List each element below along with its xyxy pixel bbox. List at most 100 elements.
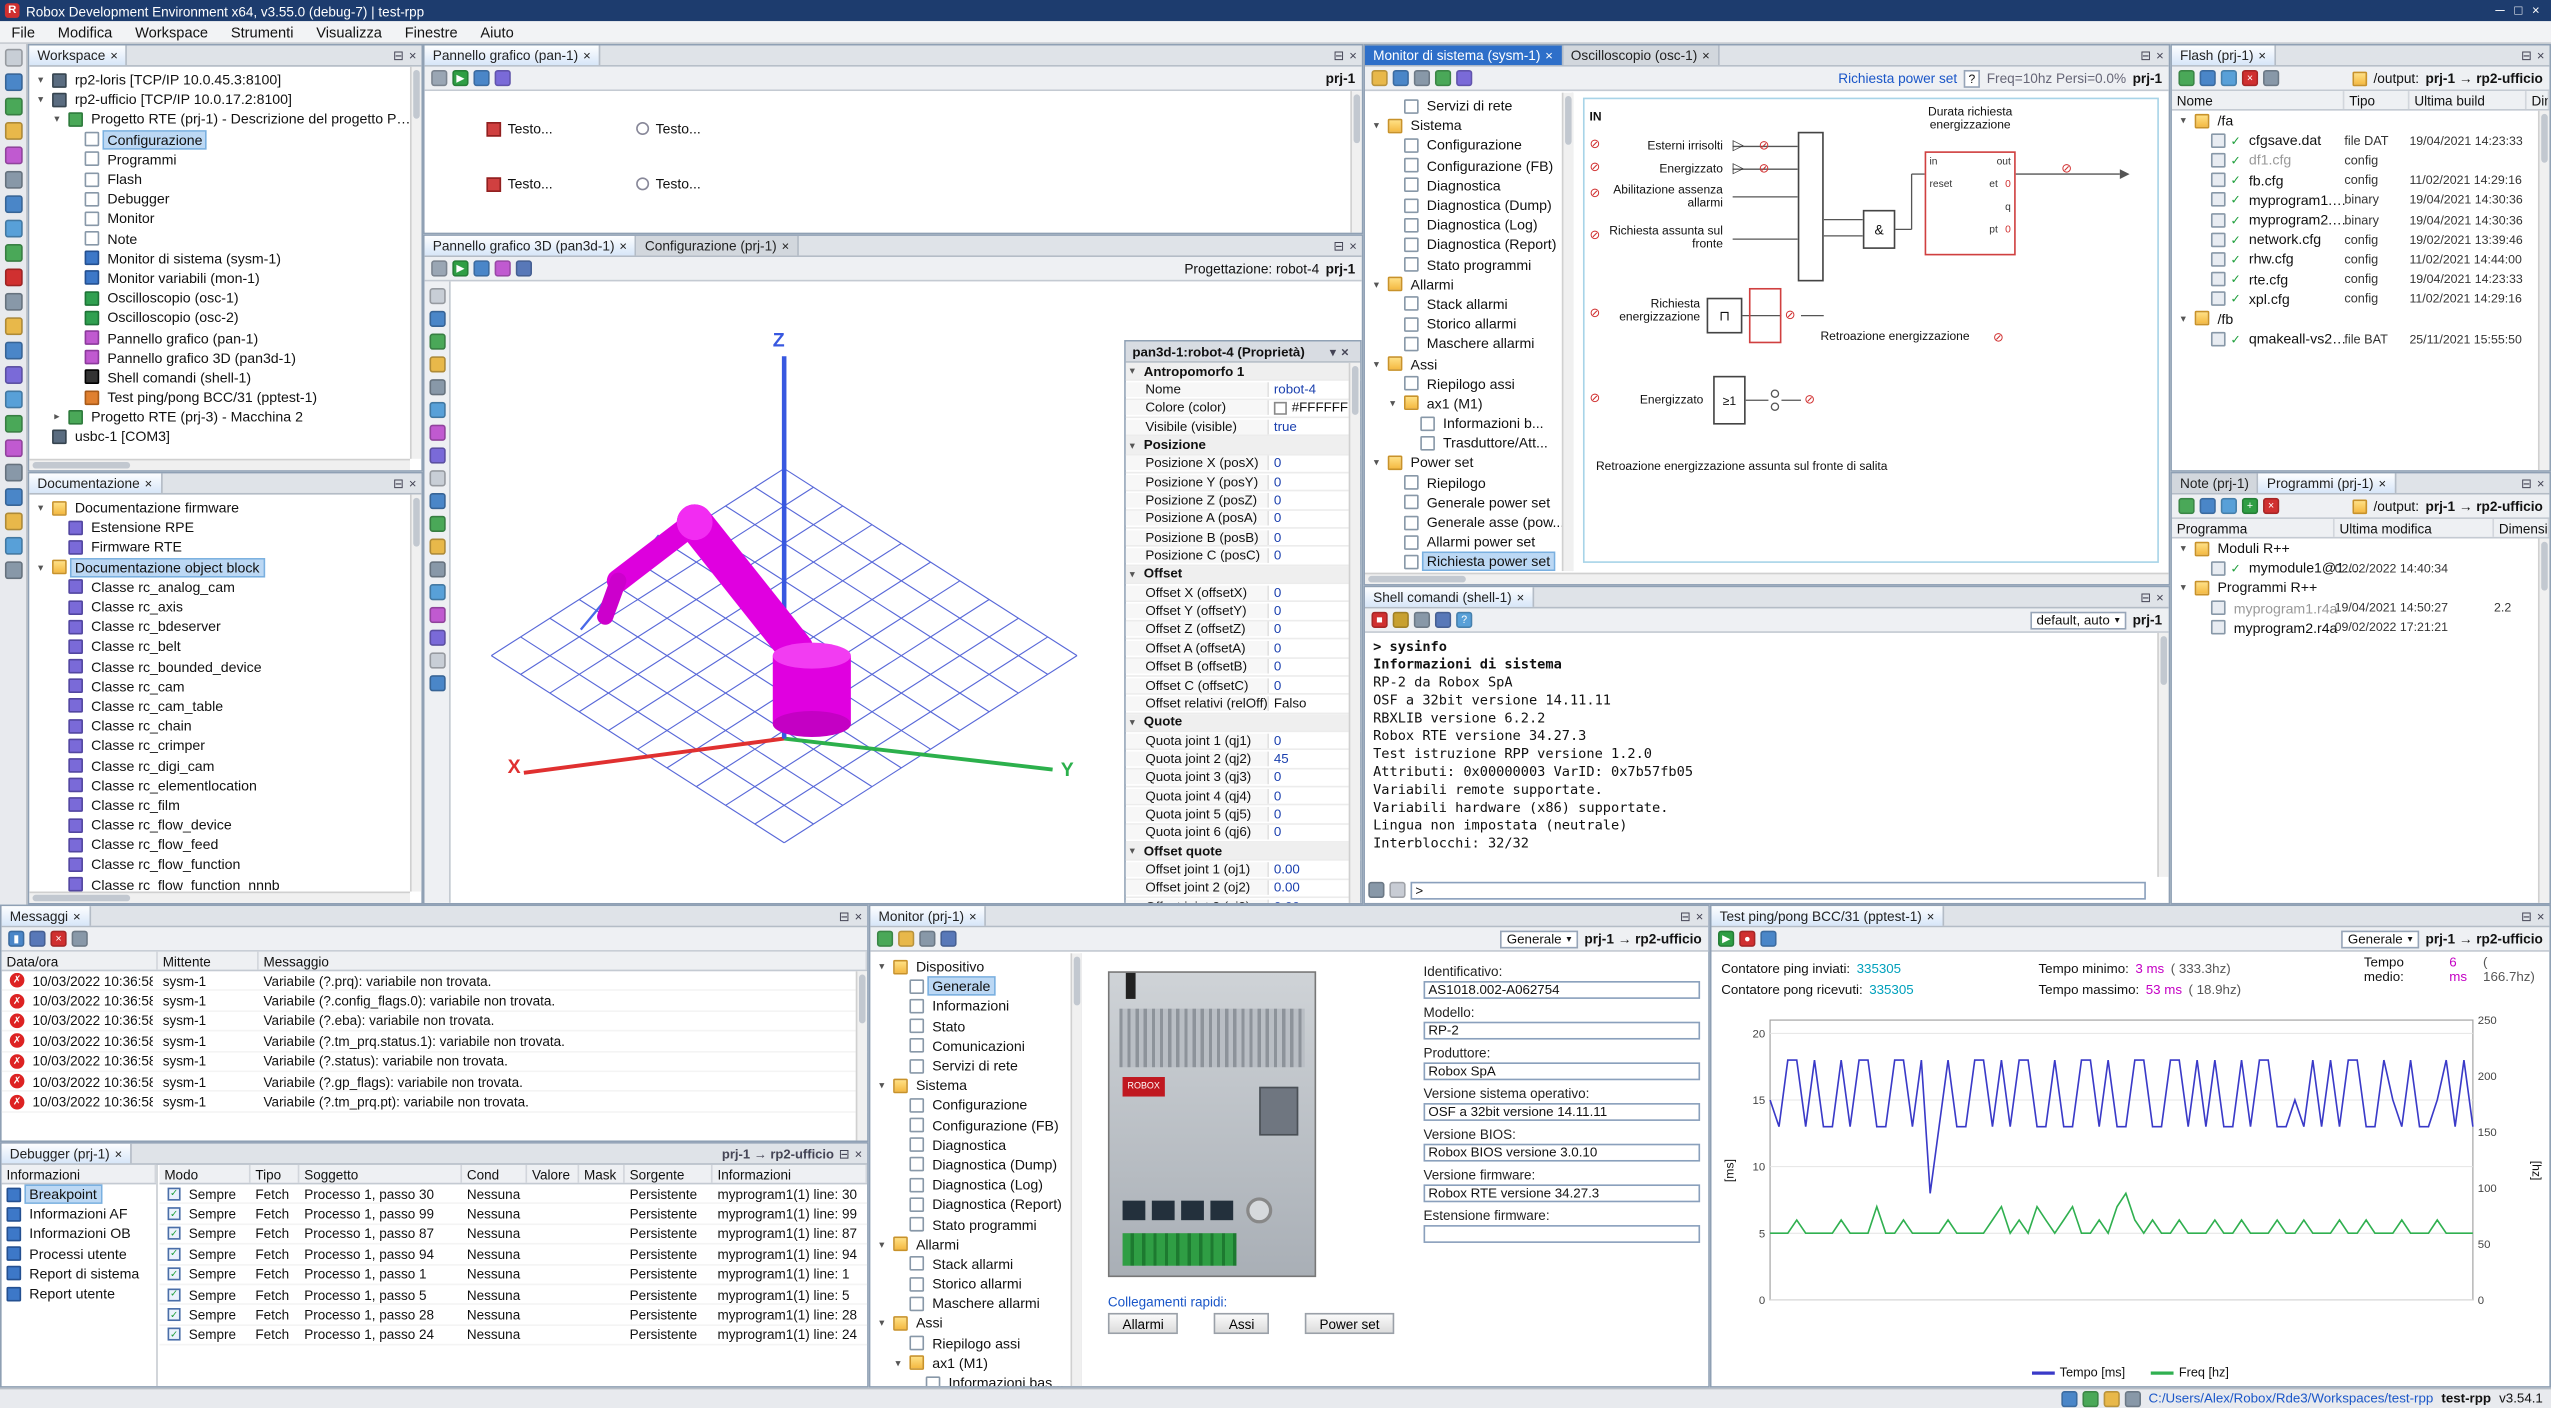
flash-file-row[interactable]: ✓rte.cfgconfig19/04/2021 14:23:33	[2172, 269, 2549, 289]
side-tool-icon[interactable]	[4, 220, 22, 238]
device-monitor-tree-item[interactable]: Configurazione (FB)	[870, 1115, 1080, 1135]
workspace-tree-item[interactable]: ▾rp2-loris [TCP/IP 10.0.45.3:8100]	[29, 70, 421, 90]
maximize-button[interactable]: □	[2514, 3, 2522, 18]
device-monitor-tree-item[interactable]: ▾Dispositivo	[870, 957, 1080, 977]
close-icon[interactable]: ×	[2156, 48, 2164, 63]
layers-icon[interactable]	[495, 70, 511, 86]
property-row[interactable]: Offset Z (offsetZ)0	[1126, 621, 1360, 639]
system-monitor-tree-item[interactable]: Stato programmi	[1365, 255, 1572, 275]
close-icon[interactable]: ×	[2156, 590, 2164, 605]
flash-file-row[interactable]: ✓cfgsave.datfile DAT19/04/2021 14:23:33	[2172, 130, 2549, 150]
workspace-path[interactable]: C:/Users/Alex/Robox/Rde3/Workspaces/test…	[2148, 1391, 2433, 1406]
device-monitor-tree-item[interactable]: Informazioni	[870, 996, 1080, 1016]
documentation-tree-item[interactable]: ▾Documentazione firmware	[29, 498, 421, 518]
property-value[interactable]: robot-4	[1269, 382, 1360, 397]
expander-icon[interactable]: ▾	[2177, 114, 2190, 127]
font-icon[interactable]	[1435, 612, 1451, 628]
side-tool-icon[interactable]	[4, 268, 22, 286]
close-icon[interactable]: ×	[1927, 909, 1935, 924]
tab-pingpong[interactable]: Test ping/pong BCC/31 (pptest-1)×	[1711, 906, 1944, 926]
column-header[interactable]: Soggetto	[299, 1165, 462, 1183]
debugger-list-item[interactable]: Breakpoint	[2, 1184, 157, 1204]
device-monitor-tree-item[interactable]: Configurazione	[870, 1095, 1080, 1115]
expander-icon[interactable]: ▾	[34, 93, 47, 106]
property-row[interactable]: Offset relativi (relOff)Falso	[1126, 695, 1360, 713]
edit-icon[interactable]	[473, 70, 489, 86]
property-row[interactable]: Offset joint 1 (oj1)0.00	[1126, 861, 1360, 879]
close-icon[interactable]: ×	[583, 48, 591, 63]
pin-icon[interactable]: ⊟	[839, 909, 850, 924]
menu-modifica[interactable]: Modifica	[46, 21, 123, 42]
property-group[interactable]: ▾Antropomorfo 1	[1126, 363, 1360, 381]
settings-icon[interactable]	[429, 675, 445, 691]
system-monitor-tree-item[interactable]: Diagnostica (Dump)	[1365, 195, 1572, 215]
tab-oscilloscope[interactable]: Oscilloscopio (osc-1)×	[1563, 46, 1720, 66]
close-icon[interactable]: ×	[2537, 476, 2545, 491]
documentation-tree-item[interactable]: Classe rc_flow_feed	[29, 835, 421, 855]
column-header[interactable]: Tipo	[2344, 91, 2409, 109]
property-row[interactable]: Offset joint 2 (oj2)0.00	[1126, 880, 1360, 898]
record-icon[interactable]: ●	[1739, 931, 1755, 947]
status-icon[interactable]	[2124, 1391, 2140, 1407]
pin-icon[interactable]: ⊟	[1333, 238, 1344, 253]
flash-file-row[interactable]: ✓network.cfgconfig19/02/2021 13:39:46	[2172, 230, 2549, 250]
front-view-icon[interactable]	[429, 539, 445, 555]
property-row[interactable]: Posizione Z (posZ)0	[1126, 492, 1360, 510]
side-tool-icon[interactable]	[4, 488, 22, 506]
property-row[interactable]: Offset B (offsetB)0	[1126, 658, 1360, 676]
side-tool-icon[interactable]	[4, 73, 22, 91]
close-icon[interactable]: ×	[409, 48, 417, 63]
flash-file-row[interactable]: ▾/fa	[2172, 111, 2549, 131]
clear-icon[interactable]	[1393, 612, 1409, 628]
menu-finestre[interactable]: Finestre	[393, 21, 469, 42]
radio-icon[interactable]	[636, 122, 649, 135]
breakpoint-checkbox[interactable]: ✓	[168, 1288, 181, 1301]
side-tool-icon[interactable]	[4, 195, 22, 213]
close-icon[interactable]: ×	[2258, 48, 2266, 63]
system-monitor-tree-item[interactable]: ▾Sistema	[1365, 116, 1572, 136]
menu-visualizza[interactable]: Visualizza	[305, 21, 393, 42]
tab-workspace[interactable]: Workspace×	[29, 46, 127, 66]
program-row[interactable]: myprogram2.r4a09/02/2022 17:21:21	[2172, 618, 2549, 638]
save-icon[interactable]	[516, 260, 532, 276]
grid-icon[interactable]	[431, 70, 447, 86]
tab-shell[interactable]: Shell comandi (shell-1)×	[1365, 587, 1534, 607]
pin-icon[interactable]: ⊟	[2140, 590, 2151, 605]
field-value[interactable]: Robox BIOS versione 3.0.10	[1424, 1144, 1701, 1162]
tab-pan1[interactable]: Pannello grafico (pan-1)×	[425, 46, 601, 66]
shell-profile-combo[interactable]: default, auto▾	[2030, 611, 2126, 629]
debugger-list-item[interactable]: Report di sistema	[2, 1264, 157, 1284]
expander-icon[interactable]: ▾	[2177, 312, 2190, 325]
workspace-tree-item[interactable]: Test ping/pong BCC/31 (pptest-1)	[29, 387, 421, 407]
shell-output[interactable]: > sysinfoInformazioni di sistemaRP-2 da …	[1365, 633, 2169, 858]
expander-icon[interactable]: ▾	[1370, 278, 1383, 291]
column-header[interactable]: Informazioni	[713, 1165, 868, 1183]
property-row[interactable]: Offset X (offsetX)0	[1126, 584, 1360, 602]
device-monitor-tree-item[interactable]: Informazioni bas...	[870, 1373, 1080, 1386]
property-value[interactable]: 0.00	[1269, 862, 1360, 877]
system-monitor-tree-item[interactable]: Diagnostica (Report)	[1365, 235, 1572, 255]
workspace-tree-item[interactable]: Monitor di sistema (sysm-1)	[29, 248, 421, 268]
tab-documentazione[interactable]: Documentazione×	[29, 473, 162, 493]
close-button[interactable]: ×	[2532, 3, 2540, 18]
property-value[interactable]: 45	[1269, 751, 1360, 766]
documentation-tree-item[interactable]: Classe rc_digi_cam	[29, 756, 421, 776]
device-monitor-tree-item[interactable]: Diagnostica (Dump)	[870, 1155, 1080, 1175]
expander-icon[interactable]: ▸	[50, 410, 63, 423]
camera-icon[interactable]	[473, 260, 489, 276]
refresh-icon[interactable]	[2178, 70, 2194, 86]
device-monitor-tree-item[interactable]: Stack allarmi	[870, 1254, 1080, 1274]
breakpoint-row[interactable]: ✓SempreFetchProcesso 1, passo 24NessunaP…	[159, 1325, 867, 1345]
property-row[interactable]: Posizione A (posA)0	[1126, 510, 1360, 528]
quicklink-assi[interactable]: Assi	[1214, 1313, 1269, 1334]
pin-icon[interactable]: ⊟	[393, 48, 404, 63]
flash-file-row[interactable]: ✓qmakeall-vs20...file BAT25/11/2021 15:5…	[2172, 329, 2549, 349]
property-value[interactable]: 0	[1269, 733, 1360, 748]
breakpoint-row[interactable]: ✓SempreFetchProcesso 1, passo 1NessunaPe…	[159, 1265, 867, 1285]
documentation-tree-item[interactable]: Classe rc_flow_function	[29, 855, 421, 875]
property-row[interactable]: Offset C (offsetC)0	[1126, 677, 1360, 695]
menu-workspace[interactable]: Workspace	[124, 21, 220, 42]
chevron-down-icon[interactable]: ▾	[1330, 344, 1337, 359]
workspace-tree-item[interactable]: Debugger	[29, 189, 421, 209]
property-value[interactable]: 0	[1269, 825, 1360, 840]
